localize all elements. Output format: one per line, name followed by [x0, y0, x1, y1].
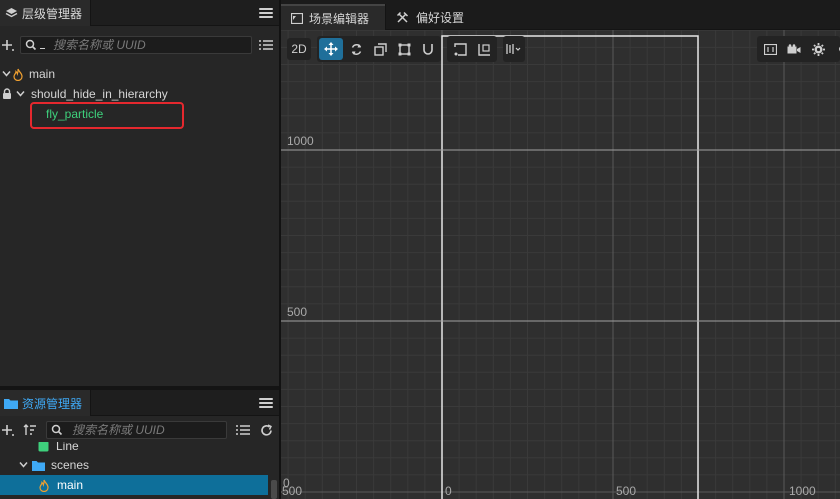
- align-dropdown-icon[interactable]: [503, 38, 525, 60]
- asset-list: Line scenes main: [0, 442, 279, 499]
- folder-icon: [32, 459, 46, 471]
- x-axis-label: 0: [445, 484, 452, 498]
- assets-search-box[interactable]: [46, 421, 229, 439]
- list-view-icon[interactable]: [258, 37, 274, 53]
- asset-row-scenes[interactable]: scenes: [0, 455, 279, 475]
- tab-label: 场景编辑器: [309, 11, 370, 26]
- lock-icon[interactable]: [2, 88, 14, 100]
- hierarchy-search-box[interactable]: [20, 36, 252, 54]
- hierarchy-title: 层级管理器: [22, 6, 83, 21]
- tab-label: 偏好设置: [416, 10, 465, 25]
- y-axis-label: 500: [287, 305, 308, 319]
- asset-label: scenes: [51, 458, 90, 472]
- tab-preferences[interactable]: 偏好设置: [385, 4, 477, 30]
- x-axis-label: 1000: [789, 484, 816, 498]
- rotate-tool-icon[interactable]: [345, 38, 367, 60]
- assets-menu-icon[interactable]: [259, 396, 273, 410]
- layers-icon: [4, 6, 18, 20]
- expand-arrow-icon[interactable]: [1, 69, 11, 80]
- assets-panel-header: 资源管理器: [0, 390, 279, 416]
- snap-magnet-icon[interactable]: [417, 38, 439, 60]
- add-node-icon[interactable]: [0, 37, 16, 53]
- hierarchy-menu-icon[interactable]: [259, 6, 273, 20]
- x-axis-label: 500: [616, 484, 637, 498]
- tree-label: should_hide_in_hierarchy: [31, 87, 168, 101]
- add-asset-icon[interactable]: [0, 422, 16, 438]
- hierarchy-panel-header: 层级管理器: [0, 0, 279, 26]
- tools-icon: [396, 10, 410, 24]
- refresh-icon[interactable]: [258, 422, 274, 438]
- search-icon: [25, 38, 39, 52]
- tree-label: main: [29, 67, 56, 81]
- asset-label: Line: [56, 442, 79, 453]
- y-axis-label: 1000: [287, 134, 314, 148]
- sort-icon[interactable]: [22, 422, 38, 438]
- tree-row-should-hide[interactable]: should_hide_in_hierarchy: [0, 84, 279, 104]
- camera-icon[interactable]: [783, 38, 805, 60]
- hierarchy-toolbar: [0, 33, 279, 57]
- folder-icon: [4, 396, 18, 410]
- scene-grid[interactable]: [281, 0, 840, 499]
- hierarchy-search-input[interactable]: [45, 38, 251, 52]
- left-column: 层级管理器 main: [0, 0, 279, 499]
- pivot-icon[interactable]: [449, 38, 471, 60]
- grid-view-icon[interactable]: [759, 38, 781, 60]
- move-tool-icon[interactable]: [319, 38, 343, 60]
- gear-icon[interactable]: [807, 38, 829, 60]
- tree-row-main[interactable]: main: [0, 64, 279, 84]
- search-icon: [51, 423, 63, 437]
- scale-tool-icon[interactable]: [369, 38, 391, 60]
- x-axis-label: -500: [281, 484, 303, 498]
- red-highlight-annotation: [30, 102, 184, 129]
- more-icon[interactable]: [831, 38, 840, 60]
- mode-2d-toggle[interactable]: 2D: [287, 38, 311, 60]
- assets-tab[interactable]: 资源管理器: [0, 390, 92, 416]
- assets-toolbar: [0, 418, 279, 442]
- assets-title: 资源管理器: [22, 396, 83, 411]
- scene-editor: 1000 500 0 -500 0 500 1000 场景编辑器 偏好设置 2D: [281, 0, 840, 499]
- rect-tool-icon[interactable]: [393, 38, 415, 60]
- list-view-icon[interactable]: [235, 422, 251, 438]
- asset-row-line[interactable]: Line: [0, 442, 279, 456]
- scene-header: 场景编辑器 偏好设置: [281, 0, 840, 30]
- hierarchy-tab[interactable]: 层级管理器: [0, 0, 92, 26]
- asset-label: main: [57, 478, 84, 492]
- tab-scene-editor[interactable]: 场景编辑器: [281, 4, 385, 30]
- assets-search-input[interactable]: [64, 423, 229, 437]
- coordinate-icon[interactable]: [473, 38, 495, 60]
- scene-flame-icon: [13, 67, 25, 81]
- prefab-icon: [38, 442, 50, 452]
- expand-arrow-icon[interactable]: [18, 460, 28, 471]
- asset-row-main-selected[interactable]: main: [0, 475, 268, 495]
- scene-toolbar: 2D: [281, 30, 840, 66]
- scene-flame-icon: [39, 478, 50, 492]
- asset-scrollbar[interactable]: [271, 480, 277, 499]
- scene-editor-icon: [291, 12, 303, 24]
- expand-arrow-icon[interactable]: [15, 89, 25, 100]
